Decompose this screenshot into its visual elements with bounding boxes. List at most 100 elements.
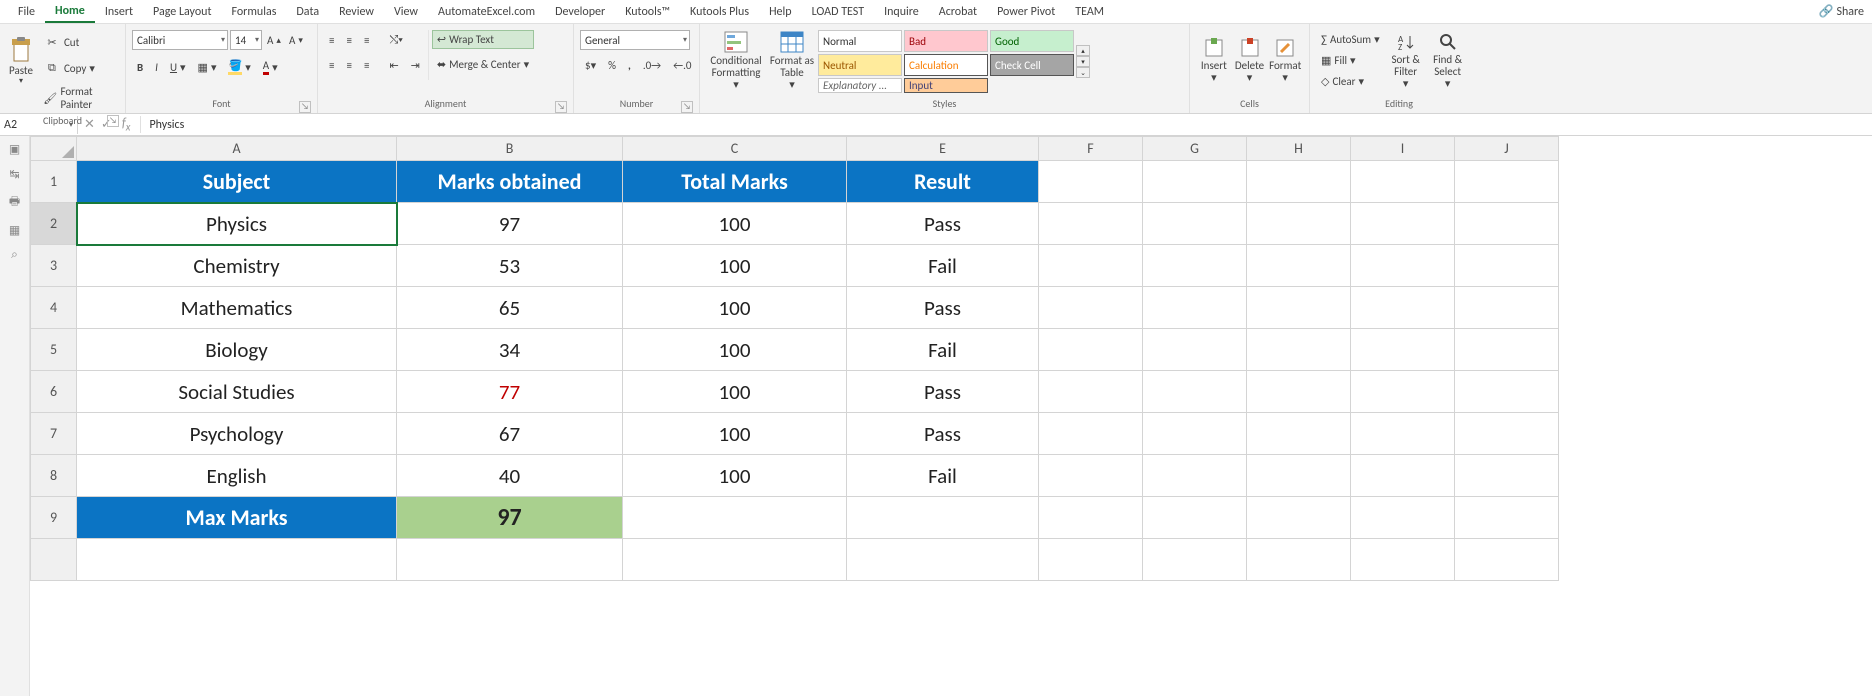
menu-home[interactable]: Home	[45, 1, 95, 23]
comma-button[interactable]: ,	[623, 56, 636, 75]
menu-help[interactable]: Help	[759, 2, 802, 22]
cut-button[interactable]: ✂Cut	[38, 30, 119, 54]
style-explanatory[interactable]: Explanatory ...	[818, 78, 902, 93]
align-left-button[interactable]: ≡	[324, 56, 339, 75]
cell-b4[interactable]: 65	[397, 287, 623, 329]
cell-e1[interactable]: Result	[847, 161, 1039, 203]
side-icon-1[interactable]: ▣	[9, 142, 20, 157]
align-right-button[interactable]: ≡	[359, 56, 374, 75]
worksheet-grid[interactable]: A B C E F G H I J 1 Subject Marks obtain…	[30, 136, 1559, 696]
cell-e4[interactable]: Pass	[847, 287, 1039, 329]
cell-e6[interactable]: Pass	[847, 371, 1039, 413]
clear-button[interactable]: ◇Clear ▾	[1316, 72, 1385, 91]
orientation-button[interactable]: ⤭▾	[384, 30, 407, 50]
copy-button[interactable]: ⧉Copy ▾	[38, 56, 119, 80]
cell-c3[interactable]: 100	[623, 245, 847, 287]
paste-button[interactable]: Paste▾	[6, 30, 36, 92]
cell-c4[interactable]: 100	[623, 287, 847, 329]
cell-c8[interactable]: 100	[623, 455, 847, 497]
cell-c9[interactable]	[623, 497, 847, 539]
number-format-combo[interactable]: General▾	[580, 30, 690, 50]
insert-cells-button[interactable]: Insert▾	[1196, 30, 1232, 92]
col-header-h[interactable]: H	[1247, 137, 1351, 161]
percent-button[interactable]: %	[603, 56, 621, 75]
menu-developer[interactable]: Developer	[545, 2, 615, 22]
number-launcher[interactable]: ↘	[681, 101, 693, 113]
shrink-font-button[interactable]: A▾	[286, 33, 306, 48]
font-size-combo[interactable]: 14▾	[230, 30, 262, 50]
cell-a7[interactable]: Psychology	[77, 413, 397, 455]
decrease-indent-button[interactable]: ⇤	[384, 56, 403, 75]
sort-filter-button[interactable]: AZ Sort & Filter▾	[1385, 30, 1427, 92]
col-header-f[interactable]: F	[1039, 137, 1143, 161]
menu-page-layout[interactable]: Page Layout	[143, 2, 221, 22]
row-header-10[interactable]	[31, 539, 77, 581]
cell-e7[interactable]: Pass	[847, 413, 1039, 455]
select-all-corner[interactable]	[31, 137, 77, 161]
cell-a8[interactable]: English	[77, 455, 397, 497]
cell-e8[interactable]: Fail	[847, 455, 1039, 497]
borders-button[interactable]: ▦▾	[193, 58, 222, 77]
col-header-c[interactable]: C	[623, 137, 847, 161]
col-header-e[interactable]: E	[847, 137, 1039, 161]
style-neutral[interactable]: Neutral	[818, 54, 902, 76]
col-header-a[interactable]: A	[77, 137, 397, 161]
menu-acrobat[interactable]: Acrobat	[929, 2, 987, 22]
row-header-3[interactable]: 3	[31, 245, 77, 287]
gallery-spinner[interactable]: ▴▾⌄	[1076, 45, 1090, 78]
cell-g1[interactable]	[1143, 161, 1247, 203]
menu-load-test[interactable]: LOAD TEST	[802, 2, 875, 22]
side-icon-5[interactable]: ⌕	[11, 248, 18, 262]
cell-a3[interactable]: Chemistry	[77, 245, 397, 287]
style-good[interactable]: Good	[990, 30, 1074, 52]
cell-h1[interactable]	[1247, 161, 1351, 203]
cell-e9[interactable]	[847, 497, 1039, 539]
cell-j1[interactable]	[1455, 161, 1559, 203]
cell-a1[interactable]: Subject	[77, 161, 397, 203]
grow-font-button[interactable]: A▴	[264, 33, 284, 48]
decrease-decimal-button[interactable]: ←.0	[668, 56, 696, 75]
autosum-button[interactable]: ∑AutoSum ▾	[1316, 30, 1385, 49]
style-calculation[interactable]: Calculation	[904, 54, 988, 76]
menu-review[interactable]: Review	[329, 2, 384, 22]
cell-b9[interactable]: 97	[397, 497, 623, 539]
row-header-5[interactable]: 5	[31, 329, 77, 371]
menu-team[interactable]: TEAM	[1065, 2, 1114, 22]
delete-cells-button[interactable]: Delete▾	[1232, 30, 1268, 92]
row-header-4[interactable]: 4	[31, 287, 77, 329]
fill-color-button[interactable]: 🪣▾	[223, 56, 255, 78]
menu-insert[interactable]: Insert	[95, 2, 143, 22]
style-input[interactable]: Input	[904, 78, 988, 93]
underline-button[interactable]: U ▾	[165, 58, 191, 77]
row-header-8[interactable]: 8	[31, 455, 77, 497]
alignment-launcher[interactable]: ↘	[555, 101, 567, 113]
clipboard-launcher[interactable]: ↘	[107, 115, 119, 127]
menu-view[interactable]: View	[384, 2, 428, 22]
cell-a5[interactable]: Biology	[77, 329, 397, 371]
align-middle-button[interactable]: ≡	[341, 31, 356, 50]
cell-a2[interactable]: Physics	[77, 203, 397, 245]
menu-formulas[interactable]: Formulas	[221, 2, 286, 22]
menu-file[interactable]: File	[8, 2, 45, 22]
cell-i1[interactable]	[1351, 161, 1455, 203]
italic-button[interactable]: I	[150, 58, 163, 77]
cell-e2[interactable]: Pass	[847, 203, 1039, 245]
currency-button[interactable]: $▾	[580, 56, 601, 75]
cell-a6[interactable]: Social Studies	[77, 371, 397, 413]
row-header-1[interactable]: 1	[31, 161, 77, 203]
cell-a4[interactable]: Mathematics	[77, 287, 397, 329]
cell-e5[interactable]: Fail	[847, 329, 1039, 371]
increase-decimal-button[interactable]: .0→	[638, 56, 666, 75]
style-check-cell[interactable]: Check Cell	[990, 54, 1074, 76]
menu-power-pivot[interactable]: Power Pivot	[987, 2, 1065, 22]
style-normal[interactable]: Normal	[818, 30, 902, 52]
row-header-6[interactable]: 6	[31, 371, 77, 413]
cell-b7[interactable]: 67	[397, 413, 623, 455]
row-header-2[interactable]: 2	[31, 203, 77, 245]
menu-kutools-plus[interactable]: Kutools Plus	[680, 2, 759, 22]
menu-data[interactable]: Data	[286, 2, 329, 22]
cell-a9[interactable]: Max Marks	[77, 497, 397, 539]
format-as-table-button[interactable]: Format as Table ▾	[766, 30, 818, 92]
cell-e3[interactable]: Fail	[847, 245, 1039, 287]
cell-c2[interactable]: 100	[623, 203, 847, 245]
